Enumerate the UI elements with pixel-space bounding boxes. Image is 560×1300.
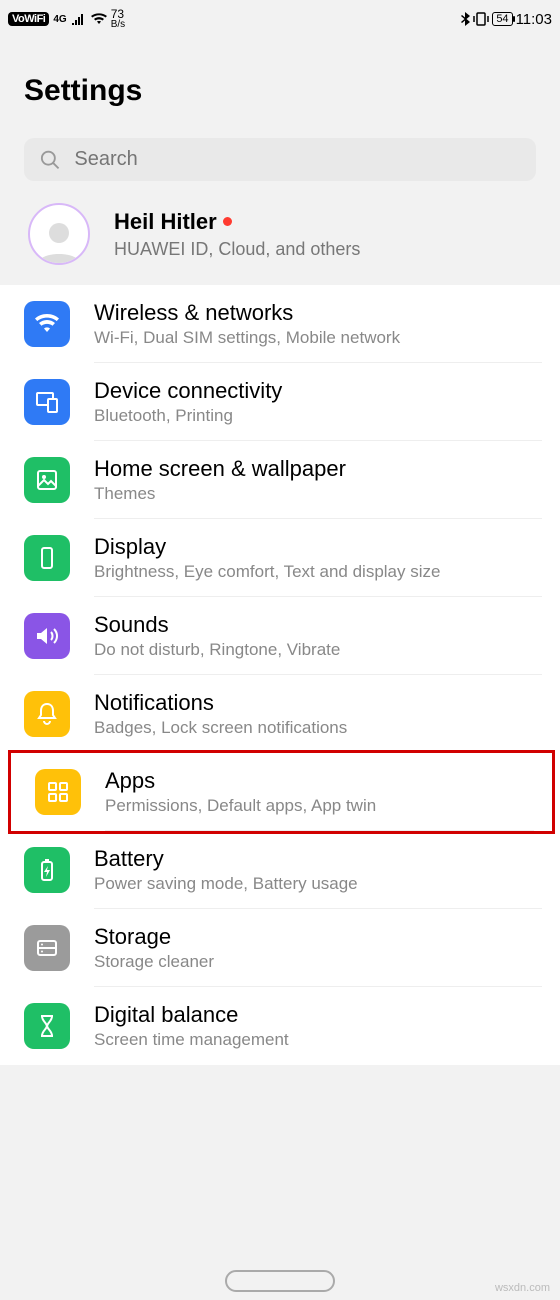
item-subtitle: Storage cleaner bbox=[94, 952, 542, 972]
page-title: Settings bbox=[0, 34, 560, 138]
account-row[interactable]: Heil Hitler HUAWEI ID, Cloud, and others bbox=[0, 189, 560, 285]
settings-item-display[interactable]: DisplayBrightness, Eye comfort, Text and… bbox=[0, 519, 560, 597]
battery-indicator: 54 bbox=[492, 12, 512, 26]
settings-item-home[interactable]: Home screen & wallpaperThemes bbox=[0, 441, 560, 519]
display-icon bbox=[24, 535, 70, 581]
item-subtitle: Wi-Fi, Dual SIM settings, Mobile network bbox=[94, 328, 542, 348]
settings-item-device[interactable]: Device connectivityBluetooth, Printing bbox=[0, 363, 560, 441]
item-subtitle: Screen time management bbox=[94, 1030, 542, 1050]
notification-dot bbox=[223, 217, 232, 226]
status-bar: VoWiFi 4G 73 B/s 54 11:03 bbox=[0, 0, 560, 34]
item-subtitle: Power saving mode, Battery usage bbox=[94, 874, 542, 894]
item-title: Storage bbox=[94, 924, 542, 950]
item-title: Wireless & networks bbox=[94, 300, 542, 326]
settings-item-sounds[interactable]: SoundsDo not disturb, Ringtone, Vibrate bbox=[0, 597, 560, 675]
search-input[interactable] bbox=[74, 148, 520, 171]
item-title: Home screen & wallpaper bbox=[94, 456, 542, 482]
sound-icon bbox=[24, 613, 70, 659]
device-icon bbox=[24, 379, 70, 425]
wallpaper-icon bbox=[24, 457, 70, 503]
wifi-icon bbox=[24, 301, 70, 347]
battery-icon bbox=[24, 847, 70, 893]
item-subtitle: Permissions, Default apps, App twin bbox=[105, 796, 534, 816]
apps-icon bbox=[35, 769, 81, 815]
settings-item-storage[interactable]: StorageStorage cleaner bbox=[0, 909, 560, 987]
item-title: Apps bbox=[105, 768, 534, 794]
search-box[interactable] bbox=[24, 138, 536, 181]
nav-pill[interactable] bbox=[225, 1270, 335, 1292]
status-right: 54 11:03 bbox=[460, 11, 552, 28]
status-left: VoWiFi 4G 73 B/s bbox=[8, 8, 125, 30]
item-subtitle: Themes bbox=[94, 484, 542, 504]
settings-item-wireless[interactable]: Wireless & networksWi-Fi, Dual SIM setti… bbox=[0, 285, 560, 363]
bell-icon bbox=[24, 691, 70, 737]
settings-item-battery[interactable]: BatteryPower saving mode, Battery usage bbox=[0, 831, 560, 909]
item-subtitle: Bluetooth, Printing bbox=[94, 406, 542, 426]
item-title: Display bbox=[94, 534, 542, 560]
storage-icon bbox=[24, 925, 70, 971]
account-sub: HUAWEI ID, Cloud, and others bbox=[114, 239, 360, 260]
settings-list: Wireless & networksWi-Fi, Dual SIM setti… bbox=[0, 285, 560, 1065]
avatar bbox=[28, 203, 90, 265]
wifi-icon bbox=[91, 13, 107, 25]
signal-icon bbox=[71, 13, 87, 25]
network-type: 4G bbox=[53, 14, 66, 25]
item-title: Notifications bbox=[94, 690, 542, 716]
item-title: Digital balance bbox=[94, 1002, 542, 1028]
item-subtitle: Badges, Lock screen notifications bbox=[94, 718, 542, 738]
settings-item-notifications[interactable]: NotificationsBadges, Lock screen notific… bbox=[0, 675, 560, 753]
watermark: wsxdn.com bbox=[495, 1282, 550, 1294]
item-subtitle: Brightness, Eye comfort, Text and displa… bbox=[94, 562, 542, 582]
bluetooth-icon bbox=[460, 12, 470, 26]
vibrate-icon bbox=[473, 12, 489, 26]
item-subtitle: Do not disturb, Ringtone, Vibrate bbox=[94, 640, 542, 660]
settings-item-digital[interactable]: Digital balanceScreen time management bbox=[0, 987, 560, 1065]
data-speed: 73 B/s bbox=[111, 8, 125, 30]
item-title: Battery bbox=[94, 846, 542, 872]
clock: 11:03 bbox=[516, 11, 552, 28]
search-icon bbox=[40, 149, 60, 171]
vowifi-badge: VoWiFi bbox=[8, 12, 49, 26]
settings-item-apps[interactable]: AppsPermissions, Default apps, App twin bbox=[8, 750, 555, 834]
hourglass-icon bbox=[24, 1003, 70, 1049]
account-name: Heil Hitler bbox=[114, 209, 360, 235]
item-title: Device connectivity bbox=[94, 378, 542, 404]
item-title: Sounds bbox=[94, 612, 542, 638]
